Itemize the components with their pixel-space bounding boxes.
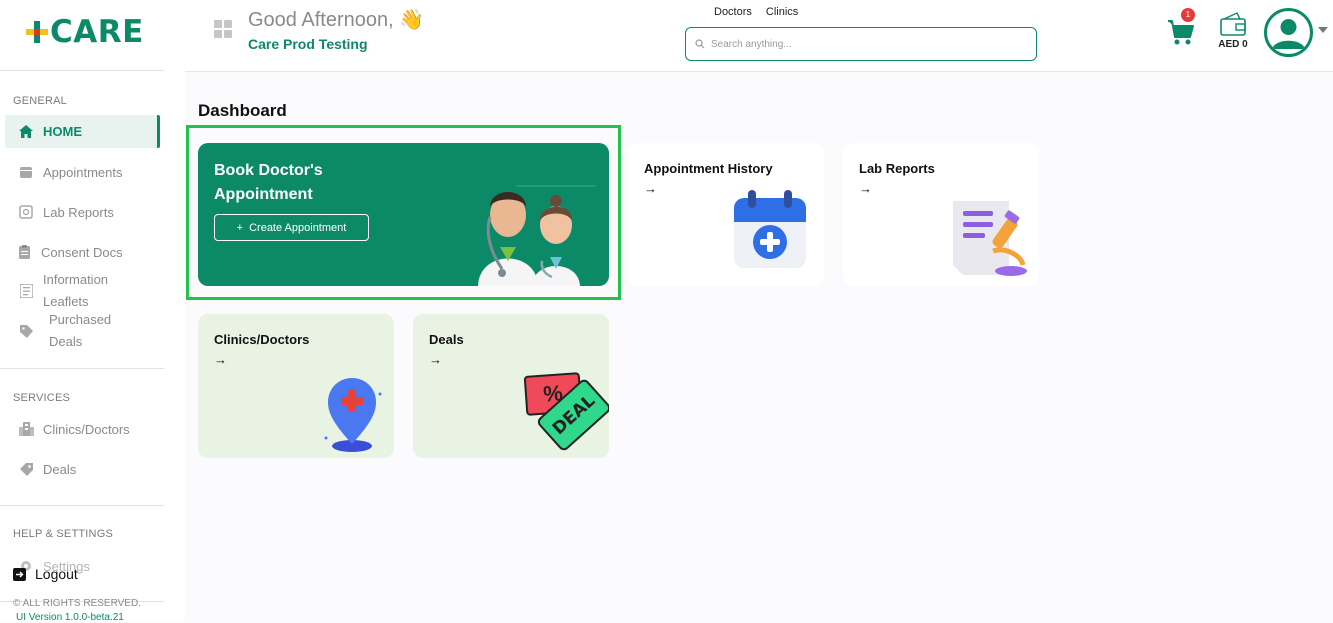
sidebar-divider bbox=[0, 368, 164, 369]
doctors-illustration bbox=[478, 185, 596, 286]
search-box bbox=[685, 27, 1037, 61]
calendar-plus-icon bbox=[734, 190, 806, 268]
cart-count-badge: 1 bbox=[1181, 8, 1195, 22]
card-title: Appointment History bbox=[644, 161, 773, 176]
sidebar-item-label: HOME bbox=[43, 124, 82, 139]
create-appointment-label: Create Appointment bbox=[249, 221, 347, 234]
deals-card[interactable]: Deals → % DEAL bbox=[413, 314, 609, 458]
waving-hand-icon: 👋 bbox=[399, 9, 425, 31]
app-grid-icon[interactable] bbox=[214, 20, 232, 38]
arrow-right-icon: → bbox=[644, 181, 657, 196]
microscope-report-icon bbox=[953, 201, 1027, 276]
wallet-icon bbox=[1220, 12, 1246, 36]
sidebar: CARE GENERAL HOME Appointments Lab Repor… bbox=[0, 0, 185, 623]
section-label-help-settings: HELP & SETTINGS bbox=[13, 528, 113, 540]
version-text: UI Version 1.0.0-beta.21 bbox=[16, 612, 124, 623]
location-pin-icon bbox=[324, 378, 382, 452]
card-title: Lab Reports bbox=[859, 161, 935, 176]
book-card-title: Book Doctor's Appointment bbox=[214, 162, 323, 203]
book-appointment-card[interactable]: Book Doctor's Appointment + Create Appoi… bbox=[198, 143, 609, 286]
logo-text: CARE bbox=[50, 14, 144, 50]
search-tabs: Doctors Clinics bbox=[714, 6, 798, 18]
tag-icon bbox=[17, 461, 35, 477]
user-avatar[interactable] bbox=[1264, 8, 1313, 57]
appointment-history-card[interactable]: Appointment History → bbox=[628, 143, 824, 286]
leaflet-icon bbox=[17, 283, 35, 299]
sidebar-item-label: Deals bbox=[43, 461, 77, 477]
lab-reports-card[interactable]: Lab Reports → bbox=[843, 143, 1039, 286]
sidebar-item-purchased-deals[interactable]: Purchased Deals bbox=[5, 309, 160, 353]
sidebar-item-clinics-doctors[interactable]: Clinics/Doctors bbox=[5, 420, 160, 438]
sidebar-item-consent-docs[interactable]: Consent Docs bbox=[5, 243, 160, 261]
sidebar-divider bbox=[0, 505, 164, 506]
sidebar-item-home[interactable]: HOME bbox=[5, 115, 160, 148]
logout-label: Logout bbox=[35, 566, 78, 582]
user-icon bbox=[1272, 19, 1305, 49]
sidebar-item-appointments[interactable]: Appointments bbox=[5, 163, 160, 181]
lab-report-icon bbox=[17, 204, 35, 220]
sidebar-item-label-line2: Deals bbox=[49, 334, 83, 349]
sidebar-item-label: Lab Reports bbox=[43, 204, 114, 220]
card-title: Deals bbox=[429, 332, 464, 347]
building-icon bbox=[17, 421, 35, 437]
cart-icon bbox=[1168, 20, 1194, 45]
section-label-services: SERVICES bbox=[13, 392, 71, 404]
cart-button[interactable]: 1 bbox=[1167, 8, 1197, 46]
greeting-text: Good Afternoon, bbox=[248, 9, 394, 31]
arrow-right-icon: → bbox=[859, 181, 872, 196]
sidebar-item-label: Appointments bbox=[43, 164, 123, 180]
chevron-down-icon[interactable] bbox=[1318, 27, 1328, 33]
deals-tag-icon bbox=[17, 323, 35, 339]
search-input[interactable] bbox=[709, 37, 1029, 51]
sidebar-divider bbox=[0, 70, 164, 71]
medical-cross-icon bbox=[26, 21, 48, 43]
sidebar-item-lab-reports[interactable]: Lab Reports bbox=[5, 203, 160, 221]
organization-name: Care Prod Testing bbox=[248, 36, 368, 52]
deal-tag-illustration: % DEAL bbox=[523, 372, 609, 458]
sidebar-item-label: Consent Docs bbox=[41, 244, 123, 260]
search-tab-clinics[interactable]: Clinics bbox=[766, 6, 798, 18]
sidebar-item-label: Clinics/Doctors bbox=[43, 421, 130, 437]
greeting: Good Afternoon, 👋 bbox=[248, 7, 424, 32]
sidebar-item-label-line1: Purchased bbox=[49, 312, 112, 327]
create-appointment-button[interactable]: + Create Appointment bbox=[214, 214, 369, 241]
arrow-right-icon: → bbox=[214, 352, 227, 367]
sidebar-item-information-leaflets[interactable]: Information Leaflets bbox=[5, 269, 160, 313]
logout-button[interactable]: Logout bbox=[13, 565, 78, 583]
home-icon bbox=[17, 124, 35, 140]
wallet-button[interactable]: AED 0 bbox=[1213, 10, 1253, 54]
wallet-amount: AED 0 bbox=[1218, 39, 1248, 50]
top-header: Good Afternoon, 👋 Care Prod Testing Doct… bbox=[185, 0, 1333, 72]
sidebar-item-label-line1: Information bbox=[43, 272, 109, 287]
arrow-right-icon: → bbox=[429, 352, 442, 367]
care-logo[interactable]: CARE bbox=[26, 14, 144, 50]
search-tab-doctors[interactable]: Doctors bbox=[714, 6, 752, 18]
logout-icon bbox=[13, 567, 26, 581]
plus-icon: + bbox=[236, 221, 244, 234]
calendar-icon bbox=[17, 164, 35, 180]
clinics-doctors-card[interactable]: Clinics/Doctors → bbox=[198, 314, 394, 458]
search-icon bbox=[695, 39, 705, 49]
clipboard-icon bbox=[15, 244, 33, 260]
card-title: Clinics/Doctors bbox=[214, 332, 310, 347]
sidebar-item-deals[interactable]: Deals bbox=[5, 460, 160, 478]
copyright-text: © ALL RIGHTS RESERVED. bbox=[13, 598, 141, 609]
page-title: Dashboard bbox=[198, 101, 287, 120]
section-label-general: GENERAL bbox=[13, 95, 67, 107]
